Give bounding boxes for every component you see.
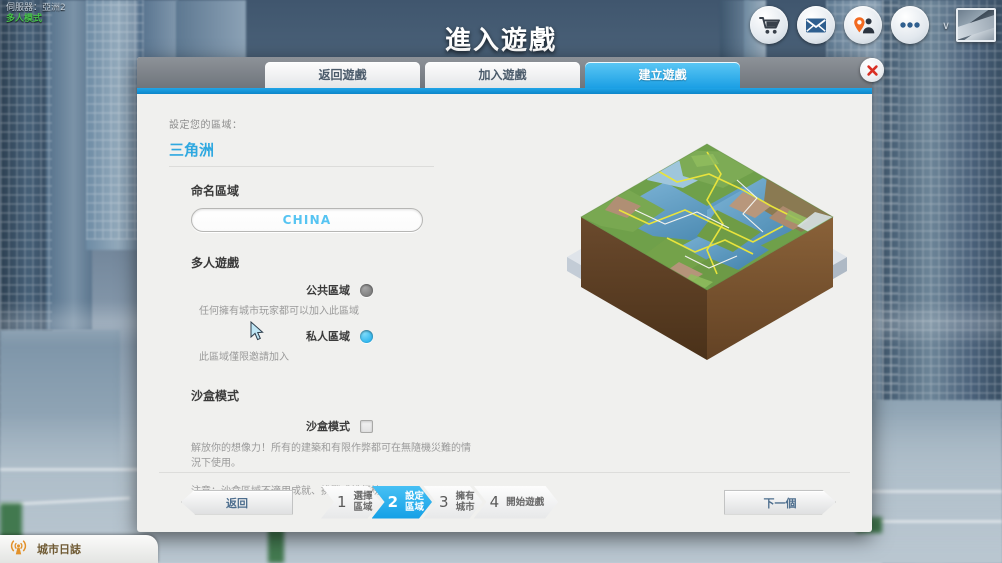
step-2-line1: 設定 (405, 491, 425, 502)
step-1-line1: 選擇 (353, 491, 373, 502)
step-2-label: 設定 區域 (405, 491, 424, 513)
tab-join-game[interactable]: 加入遊戲 (425, 62, 580, 88)
step-4-start-game[interactable]: 4 開始遊戲 (474, 486, 559, 519)
window-grid-right (882, 0, 1002, 430)
step-3-label: 擁有 城市 (456, 491, 475, 513)
private-region-description: 此區域僅限邀請加入 (199, 352, 289, 363)
city-log-label: 城市日誌 (37, 543, 81, 556)
public-region-radio[interactable] (360, 283, 373, 297)
public-region-description: 任何擁有城市玩家都可以加入此區域 (199, 306, 359, 317)
dialog-tab-bar: 返回遊戲 加入遊戲 建立遊戲 (137, 57, 872, 88)
step-3-line2: 城市 (455, 502, 475, 513)
mail-envelope-icon[interactable] (797, 6, 835, 44)
step-3-number: 3 (439, 493, 449, 511)
region-title: 三角洲 (169, 139, 434, 167)
name-region-heading: 命名區域 (191, 184, 240, 198)
sandbox-checkbox[interactable] (360, 419, 373, 433)
sandbox-heading: 沙盒模式 (191, 389, 240, 403)
public-region-label: 公共區域 (306, 284, 350, 297)
step-2-line2: 區域 (405, 502, 425, 513)
step-1-line2: 區域 (353, 502, 373, 513)
step-2-setup-region[interactable]: 2 設定 區域 (372, 486, 432, 519)
tab-create-game[interactable]: 建立遊戲 (585, 62, 740, 88)
tab-return-to-game[interactable]: 返回遊戲 (265, 62, 420, 88)
next-button[interactable]: 下一個 (724, 490, 836, 515)
step-indicator: 1 選擇 區域 2 設定 區域 3 擁有 城市 4 開始遊戲 (321, 486, 558, 519)
step-1-choose-region[interactable]: 1 選擇 區域 (321, 486, 381, 519)
back-button[interactable]: 返回 (181, 489, 293, 515)
city-log-button[interactable]: 城市日誌 (0, 535, 158, 563)
setup-instruction: 設定您的區域： (169, 120, 243, 131)
create-game-dialog: 返回遊戲 加入遊戲 建立遊戲 設定您的區域： 三角洲 命名區域 多人遊戲 公共區… (137, 57, 884, 532)
avatar[interactable] (956, 8, 996, 42)
avatar-group[interactable]: ∨ (938, 8, 996, 42)
sandbox-row[interactable]: 沙盒模式 (191, 418, 373, 434)
more-options-icon[interactable] (891, 6, 929, 44)
sandbox-label: 沙盒模式 (306, 420, 350, 433)
region-setup-form: 設定您的區域： 三角洲 命名區域 多人遊戲 公共區域 任何擁有城市玩家都可以加入… (169, 116, 569, 497)
shop-cart-icon[interactable] (750, 6, 788, 44)
step-2-number: 2 (387, 493, 398, 511)
server-name: 伺服器：亞洲2 (6, 3, 66, 13)
step-1-number: 1 (337, 493, 347, 511)
step-4-label: 開始遊戲 (506, 496, 545, 508)
step-3-line1: 擁有 (455, 491, 475, 502)
region-map-preview[interactable] (557, 114, 857, 414)
green-patch-mid (268, 529, 284, 563)
private-region-radio[interactable] (360, 329, 373, 343)
chevron-down-icon[interactable]: ∨ (938, 10, 954, 40)
multiplayer-group: 多人遊戲 公共區域 任何擁有城市玩家都可以加入此區域 私人區域 此區域僅限邀請加… (169, 254, 569, 363)
friends-icon[interactable] (844, 6, 882, 44)
name-region-group: 命名區域 (169, 182, 569, 232)
broadcast-icon (10, 538, 27, 560)
top-icon-group: ∨ (750, 6, 996, 44)
dialog-footer: 返回 1 選擇 區域 2 設定 區域 3 擁有 城市 4 開始遊戲 下一個 (159, 472, 850, 520)
close-icon[interactable] (860, 58, 884, 82)
step-4-number: 4 (489, 493, 500, 511)
step-1-label: 選擇 區域 (354, 491, 373, 513)
private-region-label: 私人區域 (306, 330, 350, 343)
dialog-body: 設定您的區域： 三角洲 命名區域 多人遊戲 公共區域 任何擁有城市玩家都可以加入… (137, 94, 872, 532)
multiplayer-heading: 多人遊戲 (191, 256, 240, 270)
sandbox-description: 解放你的想像力！所有的建築和有限作弊都可在無隨機災難的情況下使用。 (191, 443, 471, 469)
private-region-row[interactable]: 私人區域 (191, 328, 373, 344)
public-region-row[interactable]: 公共區域 (191, 282, 373, 298)
top-bar: 伺服器：亞洲2 多人模式 進入遊戲 ∨ (0, 0, 1002, 56)
region-name-input[interactable] (191, 208, 423, 232)
